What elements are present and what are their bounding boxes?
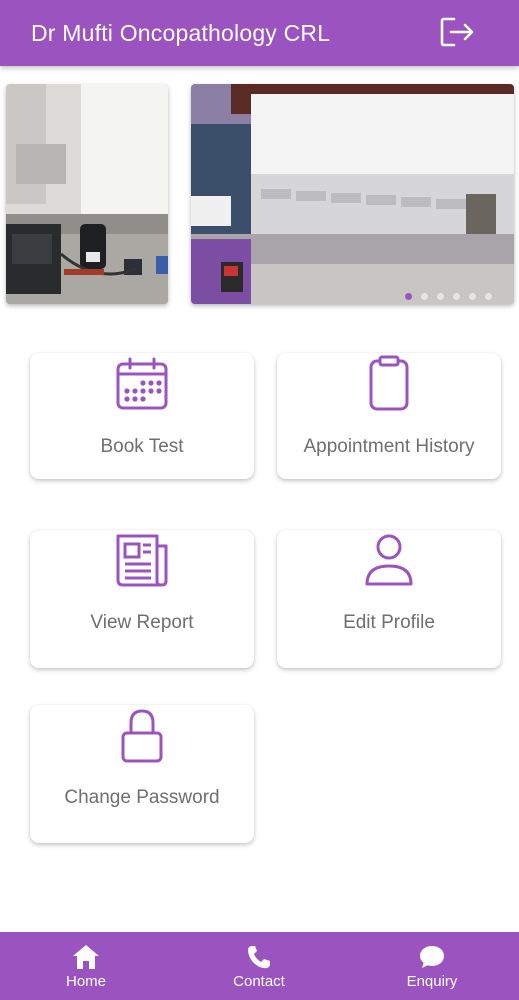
change-password-label: Change Password [64, 787, 220, 808]
newspaper-icon [116, 534, 168, 587]
logout-icon [440, 17, 474, 47]
carousel-indicator [405, 293, 492, 300]
app-bar: Dr Mufti Oncopathology CRL [0, 0, 519, 66]
nav-contact[interactable]: Contact [199, 932, 319, 1000]
lock-icon [121, 709, 163, 763]
carousel-dot[interactable] [485, 293, 492, 300]
phone-icon [248, 946, 270, 969]
lab-equipment-photo [6, 84, 168, 304]
nav-contact-label: Contact [233, 973, 285, 990]
carousel-dot[interactable] [469, 293, 476, 300]
carousel-dot[interactable] [437, 293, 444, 300]
user-icon [365, 534, 413, 586]
nav-enquiry-label: Enquiry [406, 973, 458, 990]
book-test-label: Book Test [100, 436, 184, 457]
carousel-dot[interactable] [405, 293, 412, 300]
view-report-card[interactable]: View Report [30, 530, 254, 668]
home-icon [73, 945, 99, 969]
carousel-slide-lab-equipment[interactable] [6, 84, 168, 304]
bottom-navigation: Home Contact Enquiry [0, 932, 519, 1000]
carousel-dot[interactable] [421, 293, 428, 300]
carousel-slide-tissue-processor[interactable] [191, 84, 514, 304]
book-test-card[interactable]: Book Test [30, 353, 254, 479]
calendar-icon [116, 357, 168, 410]
carousel-dot[interactable] [453, 293, 460, 300]
appointment-history-label: Appointment History [303, 436, 475, 457]
edit-profile-card[interactable]: Edit Profile [277, 530, 501, 668]
appointment-history-card[interactable]: Appointment History [277, 353, 501, 479]
app-title: Dr Mufti Oncopathology CRL [31, 20, 331, 46]
nav-enquiry[interactable]: Enquiry [372, 932, 492, 1000]
view-report-label: View Report [90, 612, 194, 633]
nav-home-label: Home [65, 973, 106, 990]
edit-profile-label: Edit Profile [343, 612, 435, 633]
nav-home[interactable]: Home [26, 932, 146, 1000]
chat-icon [420, 946, 444, 968]
tissue-processor-photo [191, 84, 514, 304]
clipboard-icon [369, 355, 409, 411]
image-carousel[interactable] [0, 84, 519, 310]
change-password-card[interactable]: Change Password [30, 705, 254, 843]
logout-button[interactable] [440, 16, 476, 48]
